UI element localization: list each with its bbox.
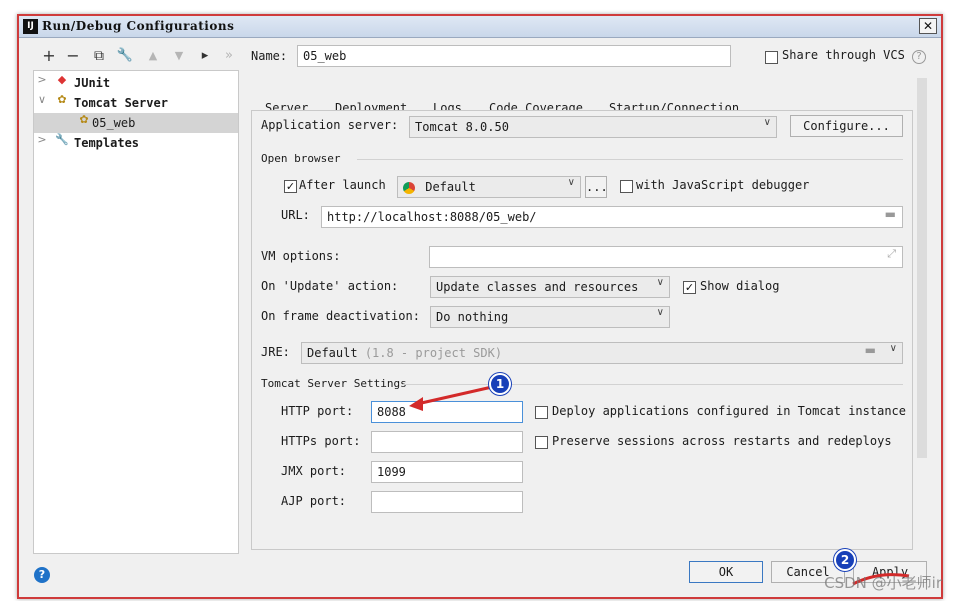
run-debug-configurations-dialog: IJ Run/Debug Configurations ✕ + − ⧉ 🔧 ▲ …: [17, 14, 943, 599]
annotation-overlay: [409, 385, 910, 586]
annotation-arrowhead: [409, 397, 423, 411]
annotation-badge-1: 1: [489, 373, 511, 395]
annotation-badge-2: 2: [834, 549, 856, 571]
annotation-arrow: [416, 385, 493, 406]
watermark: CSDN @小老师ir: [824, 574, 942, 592]
